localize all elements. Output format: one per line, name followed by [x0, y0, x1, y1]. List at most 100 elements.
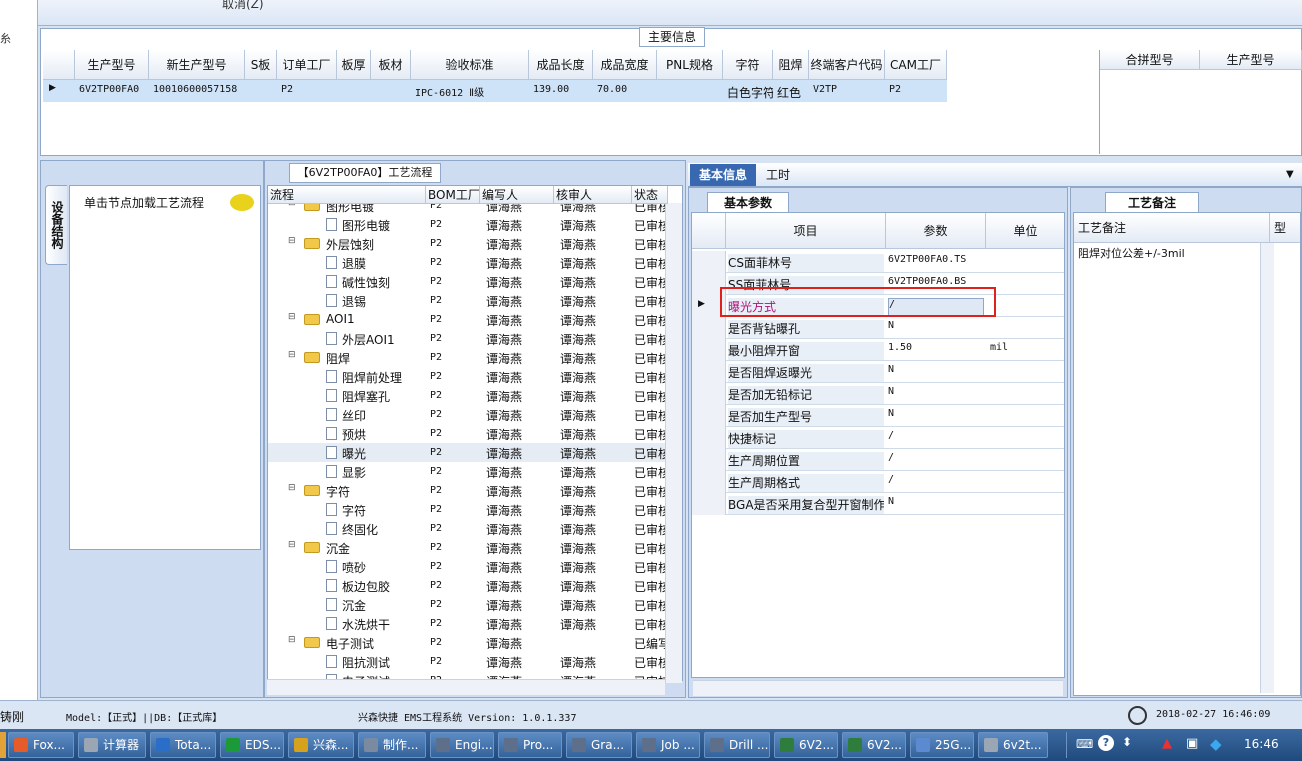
list-item[interactable]: 曝光 P2 谭海燕 谭海燕 已审核: [268, 443, 668, 462]
tab-basic-params[interactable]: 基本参数: [707, 192, 789, 212]
param-value-input[interactable]: 1.50: [888, 342, 984, 360]
param-value-input[interactable]: /: [888, 474, 984, 492]
list-item[interactable]: 退锡 P2 谭海燕 谭海燕 已审核: [268, 291, 668, 310]
list-item[interactable]: 丝印 P2 谭海燕 谭海燕 已审核: [268, 405, 668, 424]
table-cell[interactable]: P2: [281, 84, 337, 95]
flow-step-name[interactable]: 终固化: [342, 521, 426, 538]
param-row[interactable]: BGA是否采用复合型开窗制作 N: [692, 493, 1064, 515]
column-header[interactable]: 新生产型号: [149, 50, 245, 80]
param-value-input[interactable]: N: [888, 496, 984, 514]
device-structure-tab[interactable]: 设备结构: [45, 185, 67, 265]
table-cell[interactable]: 139.00: [533, 84, 593, 95]
list-item[interactable]: 碱性蚀刻 P2 谭海燕 谭海燕 已审核: [268, 272, 668, 291]
params-column-header[interactable]: 参数: [886, 213, 986, 249]
list-item[interactable]: ⊟ 阻焊 P2 谭海燕 谭海燕 已审核: [268, 348, 668, 367]
list-item[interactable]: 图形电镀 P2 谭海燕 谭海燕 已审核: [268, 215, 668, 234]
param-row[interactable]: 是否背钻曝孔 N: [692, 317, 1064, 339]
params-column-header[interactable]: 单位: [986, 213, 1064, 249]
column-header[interactable]: PNL规格: [657, 50, 723, 80]
merge-column-header[interactable]: 合拼型号: [1100, 50, 1200, 70]
flow-step-name[interactable]: 显影: [342, 464, 426, 481]
taskbar-button[interactable]: Tota...: [150, 732, 216, 758]
param-value-input[interactable]: N: [888, 386, 984, 404]
merge-column-header[interactable]: 生产型号: [1200, 50, 1302, 70]
param-row[interactable]: 是否加无铅标记 N: [692, 383, 1064, 405]
table-row[interactable]: ▶ 6V2TP00FA0 10010600057158 P2 IPC-6012 Ⅱ级 13…: [43, 80, 947, 102]
taskbar-button[interactable]: Engi...: [430, 732, 494, 758]
flow-column-header[interactable]: BOM工厂: [426, 186, 480, 204]
flow-step-name[interactable]: 阻焊: [326, 350, 426, 367]
taskbar-button[interactable]: 25G...: [910, 732, 974, 758]
flow-step-name[interactable]: 退锡: [342, 293, 426, 310]
flow-vertical-scrollbar[interactable]: [665, 203, 682, 683]
column-header[interactable]: 生产型号: [75, 50, 149, 80]
tab-process-remarks[interactable]: 工艺备注: [1105, 192, 1199, 212]
taskbar-button[interactable]: 兴森...: [288, 732, 354, 758]
table-cell[interactable]: V2TP: [813, 84, 885, 95]
flow-step-name[interactable]: 外层蚀刻: [326, 236, 426, 253]
param-value-input[interactable]: N: [888, 320, 984, 338]
taskbar-button[interactable]: 6v2t...: [978, 732, 1048, 758]
keyboard-icon[interactable]: ⌨: [1076, 737, 1093, 751]
taskbar-button[interactable]: Drill ...: [704, 732, 770, 758]
taskbar-button[interactable]: 制作...: [358, 732, 426, 758]
param-row[interactable]: SS面菲林号 6V2TP00FA0.BS: [692, 273, 1064, 295]
flow-step-name[interactable]: 丝印: [342, 407, 426, 424]
flow-step-name[interactable]: 字符: [326, 483, 426, 500]
param-value-input[interactable]: N: [888, 408, 984, 426]
list-item[interactable]: ⊟ 电子测试 P2 谭海燕 已编写: [268, 633, 668, 652]
flow-step-name[interactable]: 字符: [342, 502, 426, 519]
taskbar-button[interactable]: Fox...: [8, 732, 74, 758]
column-header[interactable]: 板厚: [337, 50, 371, 80]
flow-step-name[interactable]: AOI1: [326, 312, 426, 326]
network-icon[interactable]: ▣: [1186, 736, 1198, 751]
list-item[interactable]: 字符 P2 谭海燕 谭海燕 已审核: [268, 500, 668, 519]
chevron-down-icon[interactable]: ▼: [1286, 164, 1294, 186]
expand-toggle-icon[interactable]: ⊟: [288, 312, 296, 322]
taskbar-button[interactable]: Job ...: [636, 732, 700, 758]
param-row[interactable]: 生产周期位置 /: [692, 449, 1064, 471]
flow-step-name[interactable]: 外层AOI1: [342, 331, 426, 348]
param-value-input[interactable]: 6V2TP00FA0.BS: [888, 276, 984, 294]
list-item[interactable]: 阻焊前处理 P2 谭海燕 谭海燕 已审核: [268, 367, 668, 386]
cancel-button[interactable]: 取消(Z): [222, 0, 264, 12]
column-header[interactable]: CAM工厂: [885, 50, 947, 80]
expand-toggle-icon[interactable]: ⊟: [288, 540, 296, 550]
flow-step-name[interactable]: 沉金: [326, 540, 426, 557]
param-row[interactable]: 是否加生产型号 N: [692, 405, 1064, 427]
list-item[interactable]: 沉金 P2 谭海燕 谭海燕 已审核: [268, 595, 668, 614]
flow-step-name[interactable]: 预烘: [342, 426, 426, 443]
param-row[interactable]: 快捷标记 /: [692, 427, 1064, 449]
list-item[interactable]: 退膜 P2 谭海燕 谭海燕 已审核: [268, 253, 668, 272]
flow-horizontal-scrollbar[interactable]: [267, 679, 665, 695]
expand-toggle-icon[interactable]: ⊟: [288, 236, 296, 246]
taskbar-button[interactable]: Pro...: [498, 732, 562, 758]
params-column-header[interactable]: 项目: [726, 213, 886, 249]
flow-step-name[interactable]: 图形电镀: [342, 217, 426, 234]
list-item[interactable]: 阻抗测试 P2 谭海燕 谭海燕 已审核: [268, 652, 668, 671]
tab-basic-info[interactable]: 基本信息: [690, 164, 756, 186]
flow-step-name[interactable]: 碱性蚀刻: [342, 274, 426, 291]
flow-step-name[interactable]: 水洗烘干: [342, 616, 426, 633]
column-header[interactable]: 订单工厂: [277, 50, 337, 80]
list-item[interactable]: 预烘 P2 谭海燕 谭海燕 已审核: [268, 424, 668, 443]
list-item[interactable]: 阻焊塞孔 P2 谭海燕 谭海燕 已审核: [268, 386, 668, 405]
flow-step-name[interactable]: 沉金: [342, 597, 426, 614]
list-item[interactable]: ⊟ 沉金 P2 谭海燕 谭海燕 已审核: [268, 538, 668, 557]
taskbar-button[interactable]: EDS...: [220, 732, 284, 758]
column-header[interactable]: 验收标准: [411, 50, 529, 80]
flow-column-header[interactable]: 核审人: [554, 186, 632, 204]
param-value-input[interactable]: N: [888, 364, 984, 382]
column-header[interactable]: 板材: [371, 50, 411, 80]
tab-work-hours[interactable]: 工时: [766, 164, 790, 186]
flow-column-header[interactable]: 流程: [268, 186, 426, 204]
flow-step-name[interactable]: 退膜: [342, 255, 426, 272]
tray-arrow-icon[interactable]: ⬍: [1122, 735, 1132, 749]
column-header[interactable]: 阻焊: [773, 50, 809, 80]
list-item[interactable]: 外层AOI1 P2 谭海燕 谭海燕 已审核: [268, 329, 668, 348]
flow-step-name[interactable]: 曝光: [342, 445, 426, 462]
flow-step-name[interactable]: 喷砂: [342, 559, 426, 576]
param-value-input[interactable]: /: [888, 298, 984, 316]
expand-toggle-icon[interactable]: ⊟: [288, 350, 296, 360]
table-cell[interactable]: 6V2TP00FA0: [79, 84, 149, 95]
